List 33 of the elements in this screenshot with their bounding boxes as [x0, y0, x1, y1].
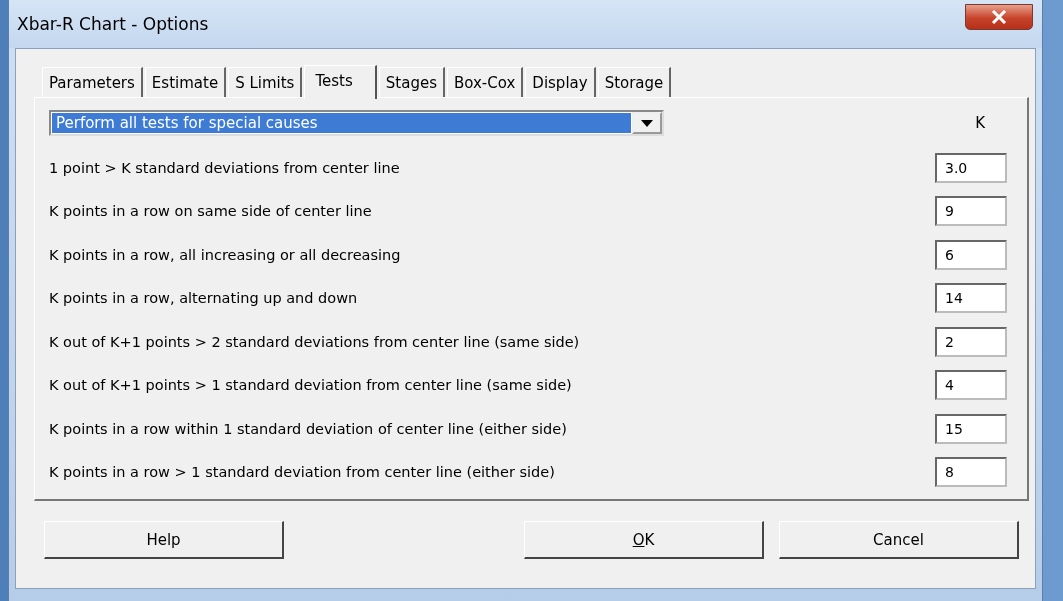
tab[interactable]: S Limits — [228, 67, 303, 97]
k-value-field[interactable]: 3.0 — [935, 152, 1007, 183]
tab[interactable]: Estimate — [144, 67, 227, 97]
dialog-button[interactable]: Cancel — [779, 521, 1019, 559]
tab[interactable]: Stages — [378, 67, 445, 97]
test-mode-dropdown[interactable]: Perform all tests for special causes — [49, 110, 664, 136]
tab[interactable]: Parameters — [42, 67, 143, 97]
test-label: K out of K+1 points > 2 standard deviations from center line (same side) — [49, 333, 580, 350]
test-label: K points in a row > 1 standard deviation from center line (either side) — [49, 464, 555, 481]
window-title: Xbar-R Chart - Options — [17, 14, 209, 34]
dropdown-arrow-icon — [641, 119, 653, 127]
test-label: K points in a row on same side of center line — [49, 203, 372, 220]
tab[interactable]: Storage — [597, 67, 672, 97]
test-label: K points in a row, all increasing or all decreasing — [49, 246, 401, 263]
k-value-field[interactable]: 9 — [935, 196, 1007, 227]
dialog-button[interactable]: OK — [524, 521, 764, 559]
tab[interactable]: Display — [525, 67, 596, 97]
k-value-field[interactable]: 14 — [935, 283, 1007, 314]
k-value-field[interactable]: 4 — [935, 370, 1007, 401]
k-value-field[interactable]: 2 — [935, 326, 1007, 357]
tab[interactable]: Box-Cox — [446, 67, 524, 97]
k-value-field[interactable]: 15 — [935, 413, 1007, 444]
test-label: 1 point > K standard deviations from center line — [49, 159, 400, 176]
k-value-field[interactable]: 8 — [935, 457, 1007, 488]
k-value-field[interactable]: 6 — [935, 239, 1007, 270]
close-icon — [991, 10, 1007, 24]
test-label: K points in a row, alternating up and down — [49, 290, 358, 307]
k-column-header: K — [975, 114, 985, 132]
close-button[interactable] — [965, 4, 1033, 30]
test-label: K out of K+1 points > 1 standard deviation from center line (same side) — [49, 377, 572, 394]
dialog-button[interactable]: Help — [44, 521, 284, 559]
test-label: K points in a row within 1 standard deviation of center line (either side) — [49, 420, 567, 437]
tab[interactable]: Tests — [304, 65, 377, 99]
